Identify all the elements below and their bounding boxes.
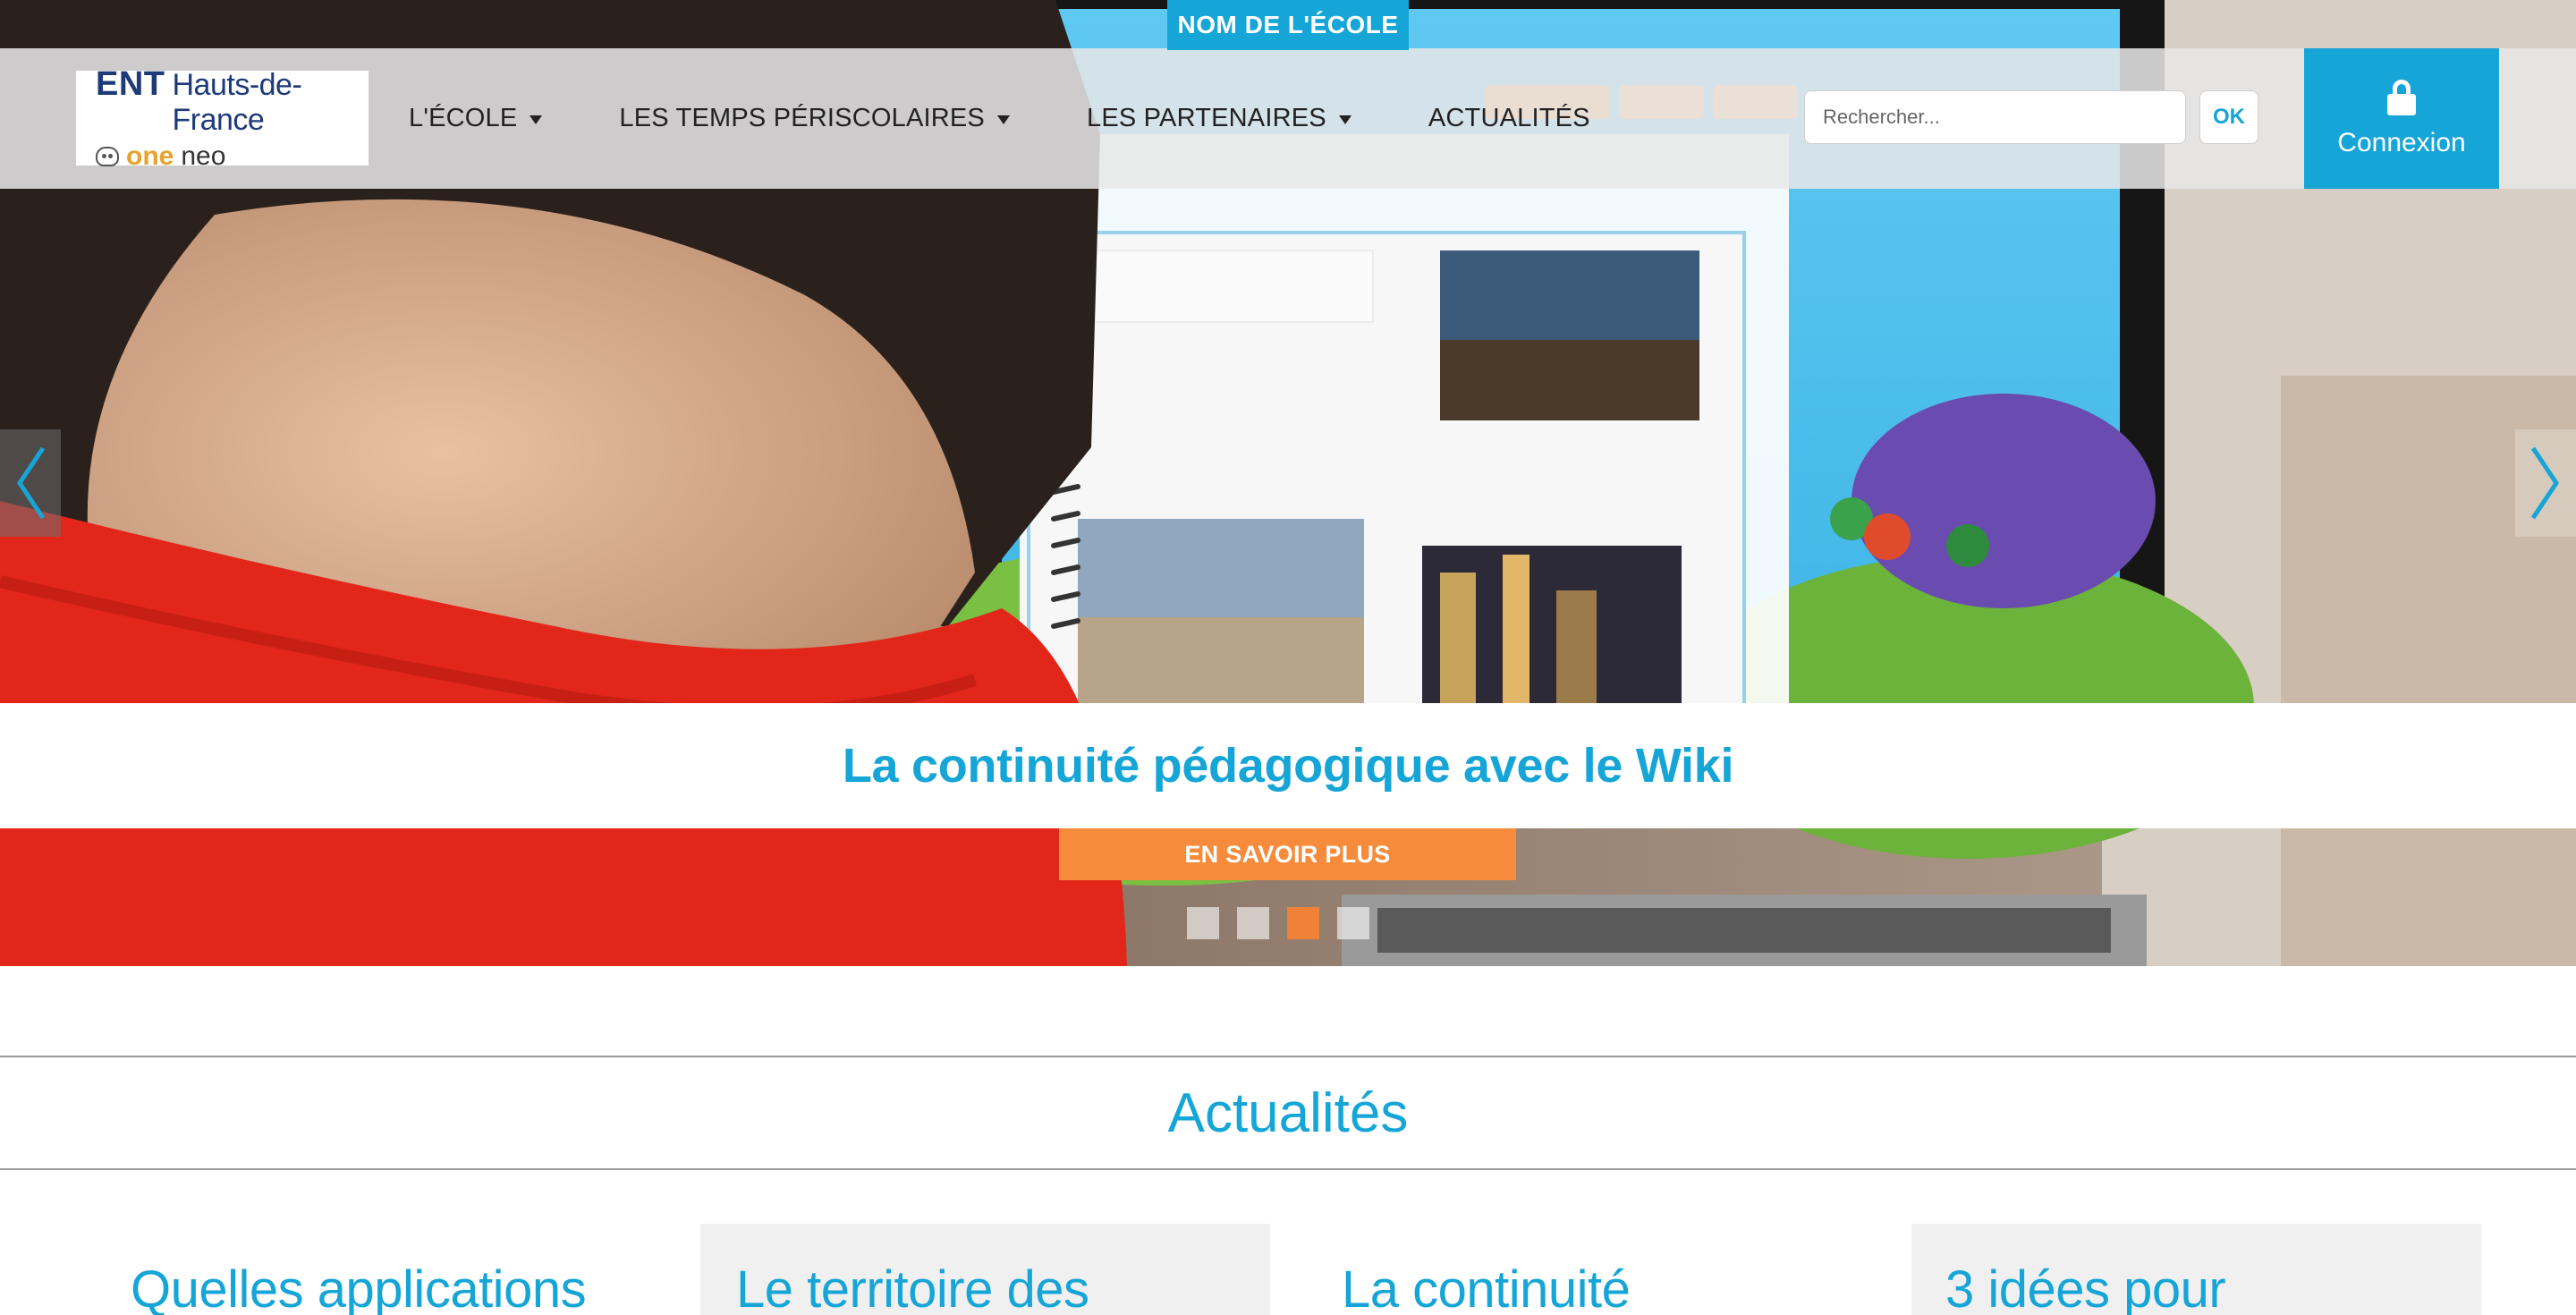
logo-one-text: one [126, 140, 174, 171]
news-section-header: Actualités [0, 1056, 2576, 1170]
news-card-title: La continuité [1342, 1260, 1631, 1315]
search-input[interactable] [1804, 90, 2186, 144]
slide-caption: La continuité pédagogique avec le Wiki [0, 703, 2576, 828]
carousel-prev-button[interactable] [0, 429, 61, 537]
chevron-right-icon [2530, 446, 2560, 520]
lock-icon [2387, 79, 2416, 115]
search-submit-button[interactable]: OK [2199, 90, 2258, 144]
school-name-tag[interactable]: NOM DE L'ÉCOLE [1167, 0, 1409, 50]
news-card-title: Le territoire des [736, 1260, 1089, 1315]
news-card[interactable]: 3 idées pour [1911, 1224, 2481, 1315]
carousel-dot-1[interactable] [1187, 907, 1219, 939]
news-card[interactable]: Quelles applications [93, 1224, 663, 1315]
login-label: Connexion [2337, 127, 2466, 157]
carousel-dot-3[interactable] [1287, 907, 1319, 939]
news-card-title: 3 idées pour [1945, 1260, 2226, 1315]
carousel-indicators [1187, 907, 1369, 939]
caret-down-icon [996, 115, 1010, 124]
caret-down-icon [1338, 115, 1352, 124]
nav-item-ecole[interactable]: L'ÉCOLE [409, 104, 543, 133]
mascot-icon [96, 146, 119, 166]
nav-item-temps-periscolaires[interactable]: LES TEMPS PÉRISCOLAIRES [619, 104, 1010, 133]
nav-item-label: L'ÉCOLE [409, 104, 518, 132]
news-section-title: Actualités [1167, 1082, 1409, 1144]
logo-ent-text: ENT [96, 64, 165, 103]
logo-neo-text: neo [181, 140, 226, 171]
news-card[interactable]: La continuité [1308, 1224, 1877, 1315]
nav-item-label: LES TEMPS PÉRISCOLAIRES [619, 104, 985, 132]
login-button[interactable]: Connexion [2304, 48, 2499, 189]
caret-down-icon [530, 115, 543, 124]
slide-title: La continuité pédagogique avec le Wiki [842, 739, 1734, 793]
carousel-next-button[interactable] [2515, 429, 2576, 537]
carousel-dot-4[interactable] [1337, 907, 1369, 939]
nav-item-actualites[interactable]: ACTUALITÉS [1428, 104, 1590, 133]
ent-logo[interactable]: ENT Hauts-de-France one neo [76, 65, 369, 171]
news-card-title: Quelles applications [131, 1260, 587, 1315]
logo-subtitle: one neo [96, 141, 369, 172]
nav-item-label: LES PARTENAIRES [1086, 104, 1326, 132]
logo-title: ENT Hauts-de-France [96, 65, 369, 138]
top-navigation-bar: ENT Hauts-de-France one neo L'ÉCOLE LES … [0, 48, 2576, 189]
nav-item-label: ACTUALITÉS [1428, 104, 1590, 132]
logo-region-text: Hauts-de-France [172, 67, 302, 137]
nav-item-partenaires[interactable]: LES PARTENAIRES [1087, 104, 1352, 133]
news-card[interactable]: Le territoire des [700, 1224, 1270, 1315]
learn-more-button[interactable]: EN SAVOIR PLUS [1059, 828, 1516, 880]
main-nav: L'ÉCOLE LES TEMPS PÉRISCOLAIRES LES PART… [409, 48, 1667, 189]
chevron-left-icon [16, 446, 46, 520]
carousel-dot-2[interactable] [1237, 907, 1269, 939]
